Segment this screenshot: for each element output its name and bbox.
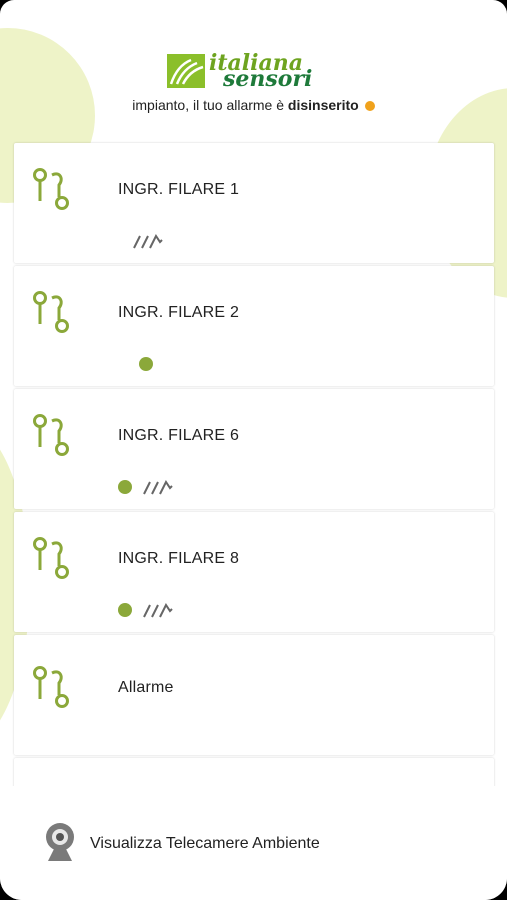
status-value: disinserito [287, 97, 359, 113]
zone-label: INGR. FILARE 8 [118, 550, 240, 567]
zone-input-icon [33, 168, 69, 210]
tamper-wave-icon [133, 234, 163, 249]
zone-card[interactable]: INGR. FILARE 1 [14, 143, 494, 263]
zone-indicators [118, 600, 174, 620]
zone-indicators [118, 477, 174, 497]
status-indicator-dot [364, 101, 375, 112]
zone-card[interactable]: INGR. FILARE 6 [14, 389, 494, 509]
tamper-wave-icon [143, 480, 173, 495]
zone-label: INGR. FILARE 2 [118, 304, 240, 321]
zone-input-icon [33, 666, 69, 708]
active-status-dot [118, 480, 132, 494]
zone-label: INGR. FILARE 1 [118, 181, 240, 198]
brand-logo: italiana sensori [167, 52, 347, 90]
logo-mark-icon [167, 54, 205, 88]
header: italiana sensori impianto, il tuo allarm… [0, 0, 507, 140]
tamper-wave-icon [143, 603, 173, 618]
zone-indicators [139, 354, 153, 374]
active-status-dot [118, 603, 132, 617]
zone-indicators [132, 231, 164, 251]
alarm-status: impianto, il tuo allarme è disinserito [0, 97, 507, 113]
zone-label: Allarme [118, 679, 174, 696]
zone-input-icon [33, 414, 69, 456]
active-status-dot [139, 357, 153, 371]
zone-input-icon [33, 291, 69, 333]
webcam-icon [46, 823, 74, 861]
zone-card[interactable]: INGR. FILARE 8 [14, 512, 494, 632]
zone-label: INGR. FILARE 6 [118, 427, 240, 444]
zone-card[interactable]: Allarme [14, 635, 494, 755]
logo-text-line2: sensori [223, 66, 313, 92]
camera-link-label: Visualizza Telecamere Ambiente [90, 835, 320, 852]
zone-input-icon [33, 537, 69, 579]
zone-list: INGR. FILARE 1 INGR. FILARE 2 INGR. FILA… [14, 143, 494, 801]
app-screen: italiana sensori impianto, il tuo allarm… [0, 0, 507, 900]
zone-card[interactable]: INGR. FILARE 2 [14, 266, 494, 386]
footer-bar: Visualizza Telecamere Ambiente [0, 786, 507, 900]
status-prefix: impianto, il tuo allarme è [132, 97, 288, 113]
